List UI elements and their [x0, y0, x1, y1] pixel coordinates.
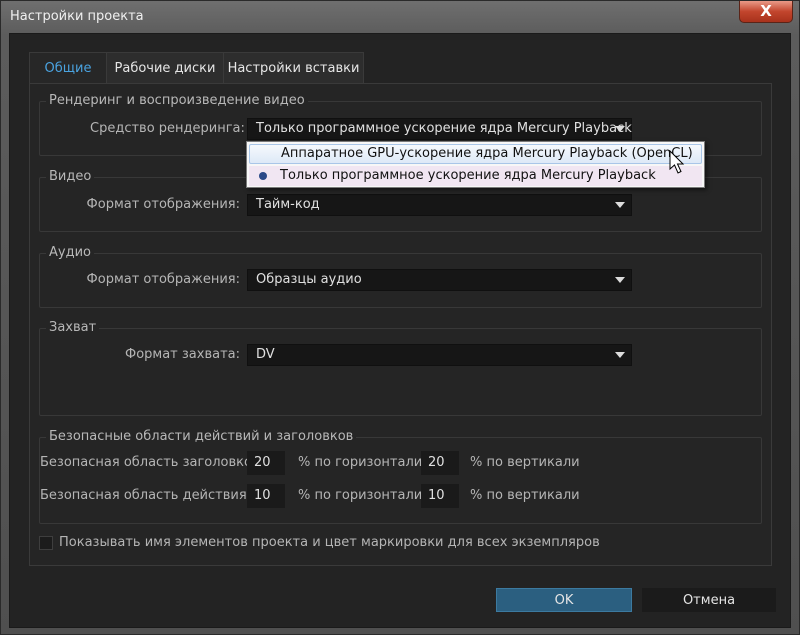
show-names-checkbox[interactable]: [39, 536, 53, 550]
audio-format-value: Образцы аудио: [256, 272, 362, 287]
capture-group: Захват: [39, 320, 762, 416]
action-safe-horizontal-unit: % по горизонтали: [298, 488, 423, 503]
render-group-title: Рендеринг и воспроизведение видео: [46, 93, 308, 108]
chevron-down-icon: [615, 126, 625, 132]
title-safe-horizontal-input[interactable]: 20: [247, 451, 285, 475]
capture-format-value: DV: [256, 347, 275, 362]
action-safe-vertical-unit: % по вертикали: [470, 488, 580, 503]
title-safe-vertical-input[interactable]: 20: [421, 451, 459, 475]
action-safe-label: Безопасная область действия: [40, 488, 247, 503]
window-title: Настройки проекта: [10, 9, 144, 24]
action-safe-vertical-input[interactable]: 10: [421, 484, 459, 508]
renderer-option-label: Аппаратное GPU-ускорение ядра Mercury Pl…: [281, 146, 693, 161]
audio-group-title: Аудио: [46, 245, 94, 260]
title-safe-horizontal-unit: % по горизонтали: [298, 455, 423, 470]
chevron-down-icon: [615, 277, 625, 283]
renderer-option-software[interactable]: Только программное ускорение ядра Mercur…: [249, 166, 702, 186]
audio-format-label: Формат отображения:: [86, 272, 240, 287]
title-safe-vertical-unit: % по вертикали: [470, 455, 580, 470]
action-safe-horizontal-input[interactable]: 10: [247, 484, 285, 508]
project-settings-window: Настройки проекта X Общие Рабочие диски …: [0, 0, 800, 635]
tab-ingest-settings[interactable]: Настройки вставки: [223, 52, 364, 84]
selected-dot-icon: [259, 172, 267, 180]
renderer-label: Средство рендеринга:: [90, 121, 245, 136]
safe-margins-group: Безопасные области действий и заголовков: [39, 429, 762, 524]
chevron-down-icon: [615, 202, 625, 208]
capture-format-label: Формат захвата:: [125, 347, 240, 362]
renderer-option-label: Только программное ускорение ядра Mercur…: [280, 168, 656, 183]
chevron-down-icon: [615, 352, 625, 358]
renderer-value: Только программное ускорение ядра Mercur…: [256, 121, 632, 136]
title-safe-label: Безопасная область заголовков: [40, 455, 260, 470]
show-names-label: Показывать имя элементов проекта и цвет …: [59, 535, 600, 550]
ok-button[interactable]: OK: [496, 588, 632, 612]
video-format-label: Формат отображения:: [86, 197, 240, 212]
dialog-client-area: Общие Рабочие диски Настройки вставки Ре…: [9, 33, 791, 628]
cancel-button[interactable]: Отмена: [642, 588, 776, 612]
renderer-dropdown[interactable]: Только программное ускорение ядра Mercur…: [247, 118, 632, 140]
mouse-cursor-icon: [669, 150, 685, 174]
capture-format-dropdown[interactable]: DV: [247, 344, 632, 366]
video-format-dropdown[interactable]: Тайм-код: [247, 194, 632, 216]
audio-format-dropdown[interactable]: Образцы аудио: [247, 269, 632, 291]
safe-margins-group-title: Безопасные области действий и заголовков: [46, 429, 357, 444]
video-format-value: Тайм-код: [256, 197, 320, 212]
close-icon: X: [760, 2, 772, 20]
renderer-options-list: Аппаратное GPU-ускорение ядра Mercury Pl…: [246, 141, 705, 188]
capture-group-title: Захват: [46, 320, 100, 335]
tab-scratch-disks[interactable]: Рабочие диски: [106, 52, 224, 84]
title-bar[interactable]: Настройки проекта X: [1, 1, 799, 33]
close-button[interactable]: X: [739, 1, 793, 23]
tab-general[interactable]: Общие: [29, 52, 107, 84]
renderer-option-gpu[interactable]: Аппаратное GPU-ускорение ядра Mercury Pl…: [249, 144, 702, 164]
video-group-title: Видео: [46, 169, 95, 184]
